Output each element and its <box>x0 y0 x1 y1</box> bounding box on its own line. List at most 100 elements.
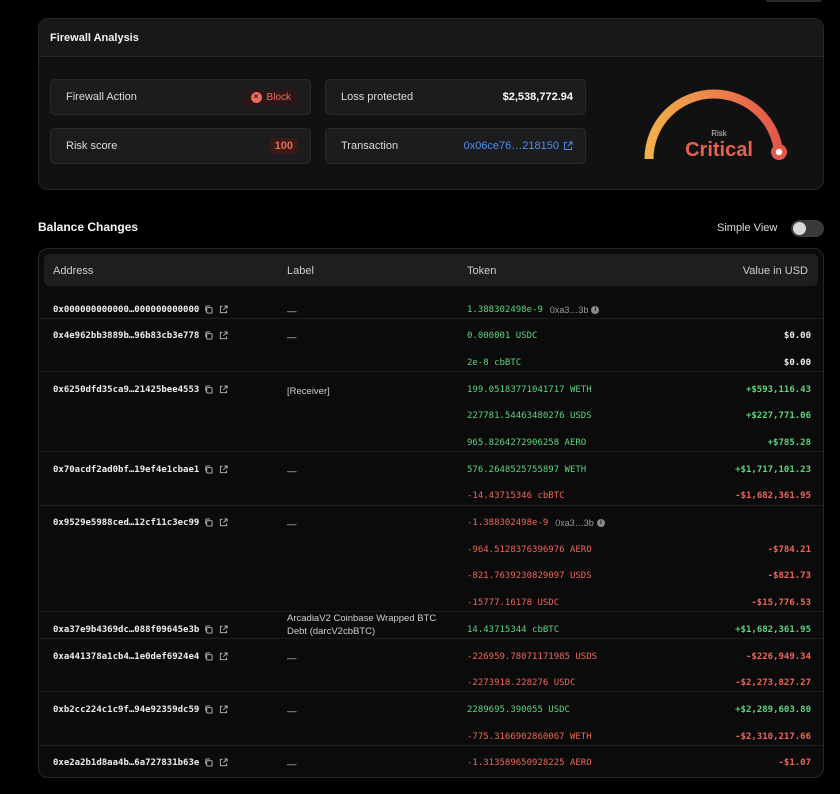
token-amount-text: 2289695.390055 USDC <box>467 705 570 715</box>
label-cell: — <box>287 759 297 771</box>
address-cell: 0xa37e9b4369dc…088f09645e3b <box>53 625 229 635</box>
external-link-icon[interactable] <box>219 385 229 395</box>
token-amount-text: -2273918.228276 USDC <box>467 678 576 689</box>
risk-score-label: Risk score <box>66 140 118 152</box>
table-row: 0x70acdf2ad0bf…19ef4e1cbae1 — 576.26485257… <box>39 452 823 506</box>
token-amount: 1.388302498e-9 0xa3…3b i <box>467 304 600 315</box>
label-cell: ArcadiaV2 Coinbase Wrapped BTC Debt (dar… <box>287 613 437 638</box>
usd-value: +$1,717,101.23 <box>735 464 811 475</box>
copy-icon[interactable] <box>204 652 214 662</box>
transaction-stat: Transaction 0x06ce76…218150 <box>325 128 586 164</box>
copy-icon[interactable] <box>204 758 214 768</box>
token-ref: 0xa3…3b i <box>550 305 600 315</box>
token-amount-text: 0.000001 USDC <box>467 331 538 342</box>
usd-value: $0.00 <box>783 331 811 342</box>
label-cell: — <box>287 305 297 317</box>
copy-icon[interactable] <box>204 331 214 341</box>
token-ref: 0xa3…3b i <box>555 518 605 528</box>
transaction-hash[interactable]: 0x06ce76…218150 <box>464 140 559 152</box>
usd-value: $0.00 <box>783 357 811 368</box>
risk-score-badge: 100 <box>269 138 298 154</box>
copy-icon[interactable] <box>204 625 214 635</box>
token-amount: 576.2648525755897 WETH <box>467 465 586 475</box>
copy-icon[interactable] <box>204 518 214 528</box>
table-row: 0x9529e5988ced…12cf11c3ec99 — -1.388302498… <box>39 506 823 613</box>
token-amount-text: 965.8264272906258 AERO <box>467 437 587 448</box>
loss-protected-stat: Loss protected $2,538,772.94 <box>325 79 586 115</box>
loss-protected-value: $2,538,772.94 <box>502 91 573 103</box>
usd-value: -$821.73 <box>767 571 811 582</box>
token-amount: -1.313589650928225 AERO <box>467 758 592 768</box>
copy-icon[interactable] <box>204 304 214 315</box>
table-header: Address Label Token Value in USD <box>44 254 818 286</box>
block-badge-text: Block <box>266 91 291 103</box>
external-link-icon[interactable] <box>219 304 229 315</box>
info-icon[interactable]: i <box>596 519 605 528</box>
external-link-icon[interactable] <box>219 465 229 475</box>
token-amount-text: -226959.78071171985 USDS <box>467 651 598 662</box>
token-amount-text: 14.43715344 cbBTC <box>467 624 560 635</box>
token-amount: -15777.16178 USDC <box>467 598 559 608</box>
token-amount: 227781.54463480276 USDS <box>467 411 592 421</box>
label-cell: — <box>287 706 297 717</box>
token-amount: -775.3166902860067 WETH <box>467 732 592 742</box>
address-text: 0x000000000000…000000000000 <box>53 304 200 315</box>
balance-table: Address Label Token Value in USD 0x00000… <box>38 248 824 778</box>
address-text: 0x9529e5988ced…12cf11c3ec99 <box>53 518 200 529</box>
address-cell: 0xa441378a1cb4…1e0def6924e4 <box>53 652 229 662</box>
token-amount-text: -821.7639230829097 USDS <box>467 571 592 582</box>
label-cell: — <box>287 332 297 344</box>
block-x-icon: × <box>250 91 262 103</box>
address-cell: 0x000000000000…000000000000 <box>53 305 229 315</box>
col-usd: Value in USD <box>742 265 808 277</box>
external-link-icon[interactable] <box>219 705 229 715</box>
firewall-action-stat: Firewall Action × Block <box>50 79 311 115</box>
token-amount-text: 227781.54463480276 USDS <box>467 411 592 422</box>
token-amount-text: 1.388302498e-9 <box>467 304 543 315</box>
label-cell: [Receiver] <box>287 385 330 397</box>
token-amount: 965.8264272906258 AERO <box>467 438 586 448</box>
external-link-icon[interactable] <box>219 331 229 341</box>
address-cell: 0xe2a2b1d8aa4b…6a727831b63e <box>53 758 229 768</box>
transaction-label: Transaction <box>341 140 399 152</box>
copy-icon[interactable] <box>204 465 214 475</box>
table-row: 0x4e962bb3889b…96b83cb3e778 — 0.000001 USD… <box>39 319 823 373</box>
token-amount: -14.43715346 cbBTC <box>467 491 565 501</box>
loss-protected-label: Loss protected <box>341 91 414 103</box>
usd-value: -$226,949.34 <box>745 651 811 662</box>
address-text: 0x6250dfd35ca9…21425bee4553 <box>53 384 200 395</box>
toggle-knob[interactable] <box>793 222 806 235</box>
token-amount-text: 199.05183771041717 WETH <box>467 384 592 395</box>
firewall-action-label: Firewall Action <box>66 91 137 103</box>
risk-gauge: Risk Critical <box>639 79 799 189</box>
external-link-icon[interactable] <box>219 652 229 662</box>
table-row: 0xa37e9b4369dc…088f09645e3b ArcadiaV2 Coi… <box>39 612 823 640</box>
label-cell: — <box>287 465 297 477</box>
external-link-icon[interactable] <box>219 625 229 635</box>
info-icon[interactable]: i <box>591 305 600 314</box>
external-link-icon[interactable] <box>563 141 573 151</box>
transaction-link[interactable]: 0x06ce76…218150 <box>464 140 573 152</box>
token-amount: -821.7639230829097 USDS <box>467 571 592 581</box>
token-amount: -1.388302498e-9 0xa3…3b i <box>467 518 605 528</box>
address-text: 0x70acdf2ad0bf…19ef4e1cbae1 <box>53 464 200 475</box>
usd-value: +$785.28 <box>767 437 811 448</box>
token-amount: -964.5128376396976 AERO <box>467 545 592 555</box>
token-amount: 2e-8 cbBTC <box>467 358 521 368</box>
token-amount: 0.000001 USDC <box>467 331 537 341</box>
usd-value: +$1,682,361.95 <box>735 624 811 635</box>
usd-value: +$227,771.06 <box>745 411 811 422</box>
usd-value: +$2,289,603.80 <box>735 705 811 715</box>
top-edge-control <box>766 0 822 2</box>
token-amount: 14.43715344 cbBTC <box>467 625 559 635</box>
table-row: 0xe2a2b1d8aa4b…6a727831b63e — -1.313589650… <box>39 746 823 773</box>
address-text: 0xa37e9b4369dc…088f09645e3b <box>53 624 200 635</box>
block-badge: × Block <box>243 88 298 106</box>
copy-icon[interactable] <box>204 385 214 395</box>
external-link-icon[interactable] <box>219 758 229 768</box>
external-link-icon[interactable] <box>219 518 229 528</box>
copy-icon[interactable] <box>204 705 214 715</box>
col-address: Address <box>53 265 94 277</box>
simple-view-toggle[interactable] <box>791 220 824 237</box>
table-row: 0xb2cc224c1c9f…94e92359dc59 — 2289695.3900… <box>39 693 823 746</box>
